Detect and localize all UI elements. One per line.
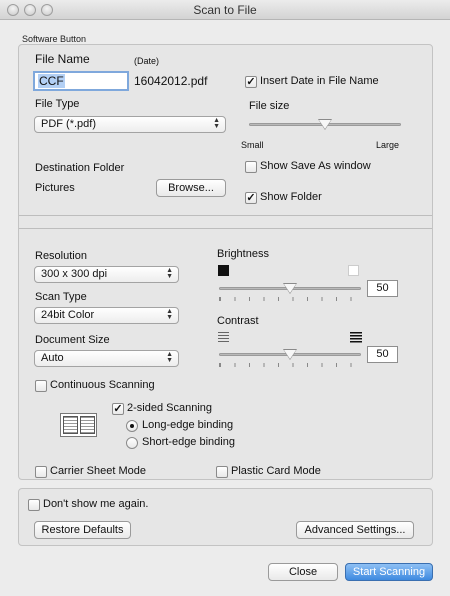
carrier-sheet-checkbox[interactable]: [35, 466, 47, 478]
file-name-input[interactable]: CCF: [33, 71, 129, 91]
document-size-value: Auto: [41, 352, 64, 364]
close-button[interactable]: Close: [268, 563, 338, 581]
document-size-select[interactable]: Auto ▲ ▼: [34, 350, 179, 367]
plastic-card-label: Plastic Card Mode: [231, 465, 321, 477]
short-edge-radio[interactable]: [126, 437, 138, 449]
brightness-light-icon: [348, 265, 359, 276]
group-label: Software Button: [22, 34, 87, 44]
scan-type-select[interactable]: 24bit Color ▲ ▼: [34, 307, 179, 324]
document-size-label: Document Size: [35, 334, 110, 346]
select-arrows-icon: ▲ ▼: [213, 117, 220, 130]
continuous-scanning-label: Continuous Scanning: [50, 379, 155, 391]
window-title: Scan to File: [193, 3, 257, 17]
start-scanning-button[interactable]: Start Scanning: [345, 563, 433, 581]
brightness-slider-knob[interactable]: [283, 283, 297, 294]
brightness-value-field[interactable]: 50: [367, 280, 398, 297]
date-label: (Date): [134, 56, 160, 66]
destination-folder-label: Destination Folder: [35, 162, 125, 174]
file-size-small-label: Small: [241, 140, 264, 150]
page-back-icon: [80, 416, 95, 434]
file-size-label: File size: [249, 100, 290, 112]
contrast-value-field[interactable]: 50: [367, 346, 398, 363]
resolution-value: 300 x 300 dpi: [41, 268, 108, 280]
contrast-slider-knob[interactable]: [283, 349, 297, 360]
file-type-select[interactable]: PDF (*.pdf) ▲ ▼: [34, 116, 226, 133]
select-arrows-icon: ▲ ▼: [166, 351, 173, 364]
destination-folder-value: Pictures: [35, 182, 75, 194]
brightness-slider-ticks: [219, 297, 365, 301]
insert-date-label: Insert Date in File Name: [260, 75, 379, 87]
advanced-settings-button[interactable]: Advanced Settings...: [296, 521, 414, 539]
filename-suffix: 16042012.pdf: [134, 74, 208, 88]
resolution-label: Resolution: [35, 250, 87, 262]
contrast-low-icon: [218, 332, 229, 343]
page-front-icon: [63, 416, 78, 434]
show-save-as-label: Show Save As window: [260, 160, 371, 172]
scan-type-value: 24bit Color: [41, 309, 95, 321]
carrier-sheet-label: Carrier Sheet Mode: [50, 465, 146, 477]
browse-button[interactable]: Browse...: [156, 179, 226, 197]
show-folder-label: Show Folder: [260, 191, 322, 203]
file-type-value: PDF (*.pdf): [41, 118, 97, 130]
scan-type-label: Scan Type: [35, 291, 87, 303]
duplex-scan-icon: [60, 413, 97, 437]
resolution-select[interactable]: 300 x 300 dpi ▲ ▼: [34, 266, 179, 283]
brightness-dark-icon: [218, 265, 229, 276]
file-name-value: CCF: [38, 74, 65, 88]
section-divider: [19, 228, 432, 229]
file-size-slider-knob[interactable]: [318, 119, 332, 130]
plastic-card-checkbox[interactable]: [216, 466, 228, 478]
contrast-label: Contrast: [217, 315, 259, 327]
two-sided-checkbox[interactable]: ✓: [112, 403, 124, 415]
dont-show-checkbox[interactable]: [28, 499, 40, 511]
two-sided-label: 2-sided Scanning: [127, 402, 213, 414]
brightness-label: Brightness: [217, 248, 269, 260]
select-arrows-icon: ▲ ▼: [166, 308, 173, 321]
insert-date-checkbox[interactable]: ✓: [245, 76, 257, 88]
dont-show-label: Don't show me again.: [43, 498, 149, 510]
file-name-label: File Name: [35, 52, 90, 66]
contrast-slider-ticks: [219, 363, 365, 367]
show-save-as-checkbox[interactable]: [245, 161, 257, 173]
contrast-high-icon: [350, 332, 362, 343]
section-divider: [19, 215, 432, 216]
continuous-scanning-checkbox[interactable]: [35, 380, 47, 392]
file-type-label: File Type: [35, 98, 80, 110]
short-edge-label: Short-edge binding: [142, 436, 235, 448]
file-size-large-label: Large: [376, 140, 400, 150]
show-folder-checkbox[interactable]: ✓: [245, 192, 257, 204]
long-edge-label: Long-edge binding: [142, 419, 234, 431]
long-edge-radio[interactable]: [126, 420, 138, 432]
restore-defaults-button[interactable]: Restore Defaults: [34, 521, 131, 539]
select-arrows-icon: ▲ ▼: [166, 267, 173, 280]
